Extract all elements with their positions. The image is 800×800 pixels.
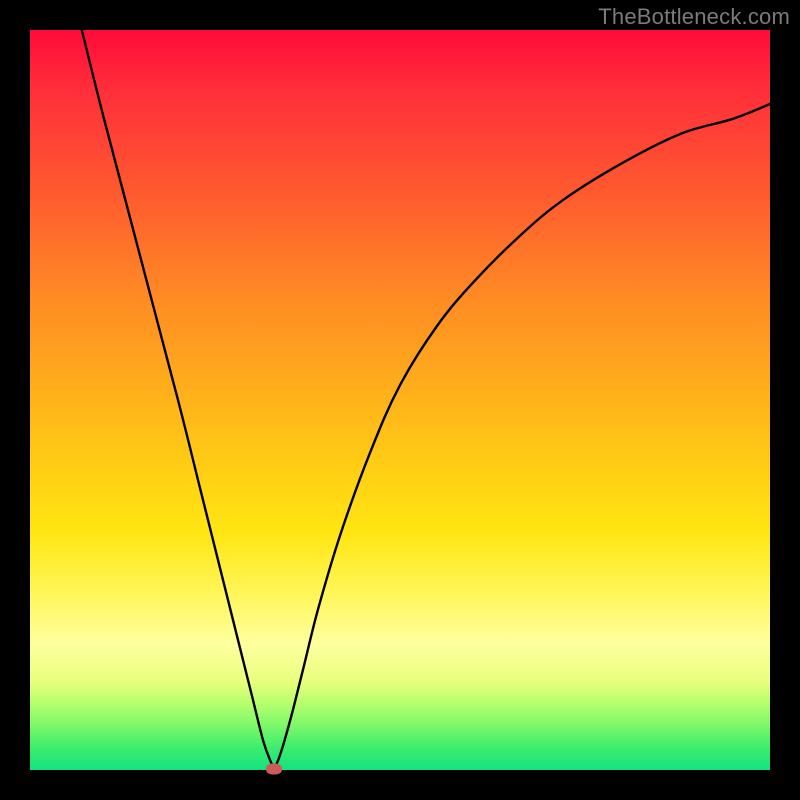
curve-right-branch (274, 104, 770, 769)
plot-area (30, 30, 770, 770)
vertex-marker (266, 763, 282, 774)
curve-left-branch (82, 30, 274, 769)
bottleneck-curve (30, 30, 770, 770)
chart-frame: TheBottleneck.com (0, 0, 800, 800)
watermark-text: TheBottleneck.com (598, 4, 790, 30)
